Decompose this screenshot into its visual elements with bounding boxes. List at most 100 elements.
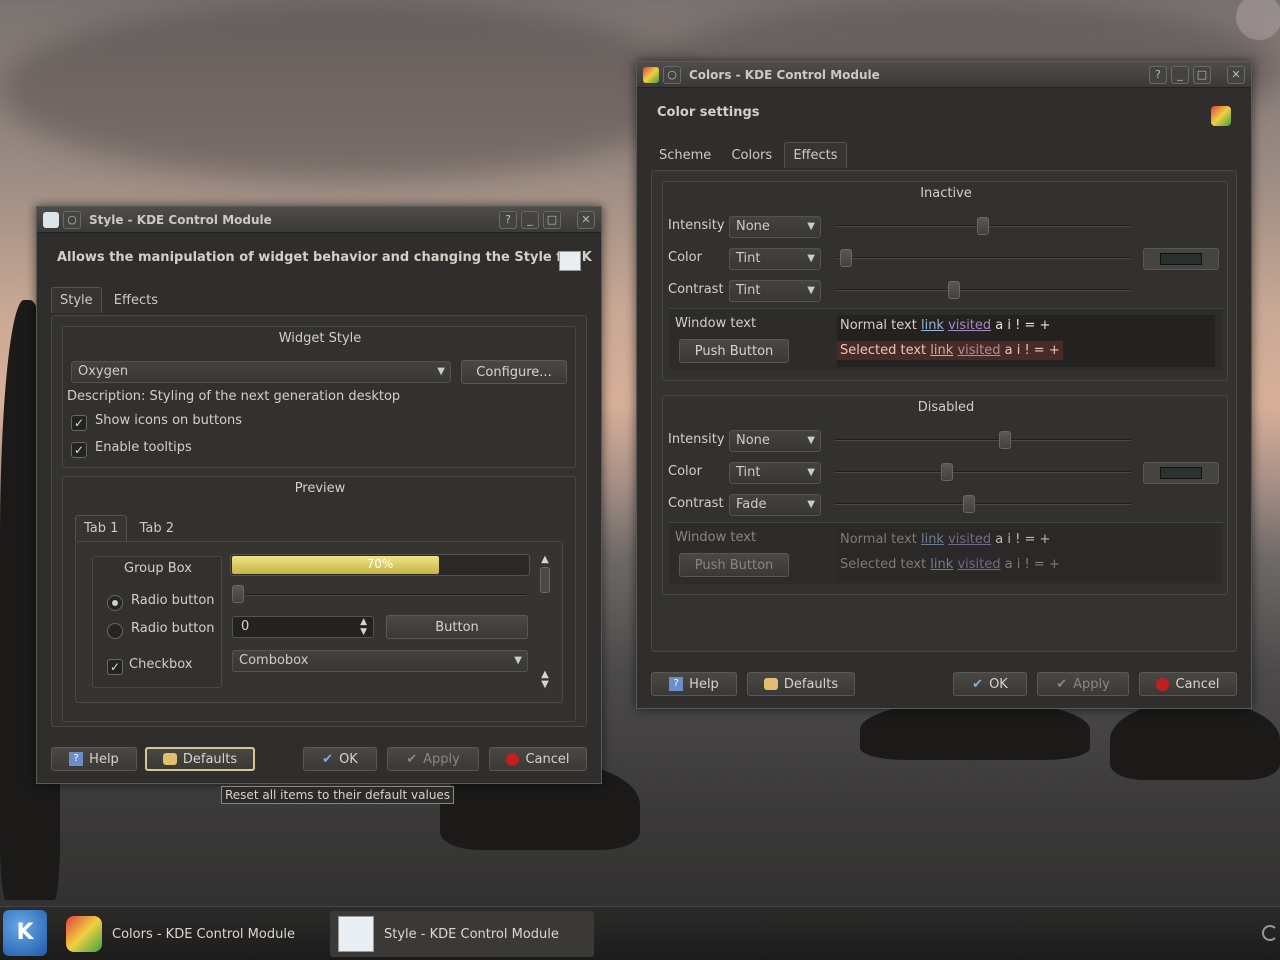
ok-button[interactable]: ✔ OK xyxy=(303,747,377,771)
defaults-button[interactable]: Defaults xyxy=(747,672,855,696)
tab-effects[interactable]: Effects xyxy=(106,288,166,313)
visited-text[interactable]: visited xyxy=(957,557,1000,572)
visited-text[interactable]: visited xyxy=(957,343,1000,358)
maximize-button[interactable]: □ xyxy=(1193,65,1211,84)
preview-slider-handle[interactable] xyxy=(232,585,244,603)
inactive-contrast-combo[interactable]: Tint ▼ xyxy=(729,280,821,302)
tab-effects[interactable]: Effects xyxy=(784,142,847,168)
inactive-color-slider[interactable] xyxy=(835,257,1131,259)
help-title-button[interactable]: ? xyxy=(1149,65,1167,84)
radio-button-1[interactable] xyxy=(107,595,123,611)
color-label: Color xyxy=(668,250,702,265)
module-header: Allows the manipulation of widget behavi… xyxy=(57,250,592,265)
help-button[interactable]: ? Help xyxy=(651,672,737,696)
disabled-intensity-handle[interactable] xyxy=(999,431,1011,449)
chevron-down-icon: ▼ xyxy=(437,366,445,377)
preview-slider-track[interactable] xyxy=(236,594,526,596)
cancel-button[interactable]: Cancel xyxy=(1139,672,1237,696)
link-text[interactable]: link xyxy=(930,343,953,358)
effects-tab-panel: Inactive Intensity None ▼ Color Tint ▼ Con… xyxy=(651,170,1237,652)
configure-button[interactable]: Configure... xyxy=(461,360,567,384)
close-button[interactable]: ✕ xyxy=(1227,65,1245,84)
show-icons-checkbox[interactable]: ✓ xyxy=(71,415,87,431)
kde-menu-button[interactable]: K xyxy=(3,910,47,956)
tab-style[interactable]: Style xyxy=(51,287,102,313)
sticky-button[interactable]: ○ xyxy=(63,210,81,229)
scroll-down-icon[interactable]: ▲ ▼ xyxy=(538,670,552,690)
radio-button-2[interactable] xyxy=(107,623,123,639)
inactive-intensity-combo[interactable]: None ▼ xyxy=(729,216,821,238)
preview-scrollbar[interactable]: ▲ ▲ ▼ xyxy=(538,554,552,690)
normal-text-line: Normal text link visited a i ! = + xyxy=(840,532,1051,547)
progress-bar: 70% xyxy=(230,554,530,576)
ok-button[interactable]: ✔ OK xyxy=(953,672,1027,696)
disabled-contrast-combo[interactable]: Fade ▼ xyxy=(729,494,821,516)
colors-titlebar[interactable]: ○ Colors - KDE Control Module ? _ □ ✕ xyxy=(637,62,1251,88)
style-tab-panel: Widget Style Oxygen ▼ Configure... Descri… xyxy=(51,315,587,727)
apply-button[interactable]: ✔ Apply xyxy=(1037,672,1129,696)
help-button[interactable]: ? Help xyxy=(51,747,137,771)
preview-button[interactable]: Button xyxy=(386,615,528,639)
link-text[interactable]: link xyxy=(921,318,944,333)
disabled-color-combo[interactable]: Tint ▼ xyxy=(729,462,821,484)
cancel-button[interactable]: Cancel xyxy=(489,747,587,771)
help-icon: ? xyxy=(669,677,684,691)
window-text-label: Window text xyxy=(675,530,757,545)
disabled-color-swatch[interactable] xyxy=(1143,462,1219,484)
preview-push-button[interactable]: Push Button xyxy=(679,339,789,363)
preview-tab-2[interactable]: Tab 2 xyxy=(132,516,182,541)
module-header: Color settings xyxy=(657,105,760,120)
check-icon: ✔ xyxy=(1056,676,1068,692)
preview-checkbox[interactable]: ✓ xyxy=(107,659,123,675)
spin-box[interactable]: 0 ▲ ▼ xyxy=(232,616,374,638)
colors-app-icon xyxy=(66,916,102,952)
close-button[interactable]: ✕ xyxy=(577,210,595,229)
apply-button[interactable]: ✔ Apply xyxy=(387,747,479,771)
sticky-button[interactable]: ○ xyxy=(663,65,681,84)
intensity-label: Intensity xyxy=(668,432,725,447)
enable-tooltips-checkbox[interactable]: ✓ xyxy=(71,442,87,458)
window-text-label: Window text xyxy=(675,316,757,331)
task-colors[interactable]: Colors - KDE Control Module xyxy=(58,911,324,957)
disabled-intensity-combo[interactable]: None ▼ xyxy=(729,430,821,452)
link-text[interactable]: link xyxy=(930,557,953,572)
inactive-contrast-handle[interactable] xyxy=(948,281,960,299)
preview-push-button[interactable]: Push Button xyxy=(679,553,789,577)
tab-colors[interactable]: Colors xyxy=(723,143,780,168)
visited-text[interactable]: visited xyxy=(948,532,991,547)
preview-group: Preview Tab 1 Tab 2 Group Box Radio butt… xyxy=(62,476,576,722)
preview-tab-1[interactable]: Tab 1 xyxy=(75,515,128,541)
contrast-label: Contrast xyxy=(668,496,724,511)
disabled-contrast-handle[interactable] xyxy=(963,495,975,513)
tab-scheme[interactable]: Scheme xyxy=(651,143,719,168)
preview-combobox[interactable]: Combobox ▼ xyxy=(232,650,528,672)
scroll-thumb[interactable] xyxy=(540,567,550,593)
intensity-label: Intensity xyxy=(668,218,725,233)
defaults-button[interactable]: Defaults xyxy=(145,747,255,771)
style-titlebar[interactable]: ○ Style - KDE Control Module ? _ □ ✕ xyxy=(37,207,601,233)
inactive-color-swatch[interactable] xyxy=(1143,248,1219,270)
maximize-button[interactable]: □ xyxy=(543,210,561,229)
style-window: ○ Style - KDE Control Module ? _ □ ✕ All… xyxy=(36,206,602,784)
minimize-button[interactable]: _ xyxy=(521,210,539,229)
scroll-up-icon[interactable]: ▲ xyxy=(538,554,552,565)
moon-icon xyxy=(1262,925,1278,941)
inactive-preview: Window text Push Button Normal text link… xyxy=(669,308,1223,370)
checkbox-label: Checkbox xyxy=(129,657,193,672)
minimize-button[interactable]: _ xyxy=(1171,65,1189,84)
window-title: Style - KDE Control Module xyxy=(89,212,272,227)
disabled-color-slider[interactable] xyxy=(835,471,1131,473)
visited-text[interactable]: visited xyxy=(948,318,991,333)
inactive-contrast-slider[interactable] xyxy=(835,289,1131,291)
color-label: Color xyxy=(668,464,702,479)
widget-style-combo[interactable]: Oxygen ▼ xyxy=(71,361,451,383)
task-style[interactable]: Style - KDE Control Module xyxy=(330,911,594,957)
disabled-contrast-slider[interactable] xyxy=(835,503,1131,505)
help-title-button[interactable]: ? xyxy=(499,210,517,229)
disabled-color-handle[interactable] xyxy=(941,463,953,481)
inactive-color-handle[interactable] xyxy=(840,249,852,267)
inactive-intensity-handle[interactable] xyxy=(977,217,989,235)
link-text[interactable]: link xyxy=(921,532,944,547)
disabled-intensity-slider[interactable] xyxy=(835,439,1131,441)
inactive-color-combo[interactable]: Tint ▼ xyxy=(729,248,821,270)
